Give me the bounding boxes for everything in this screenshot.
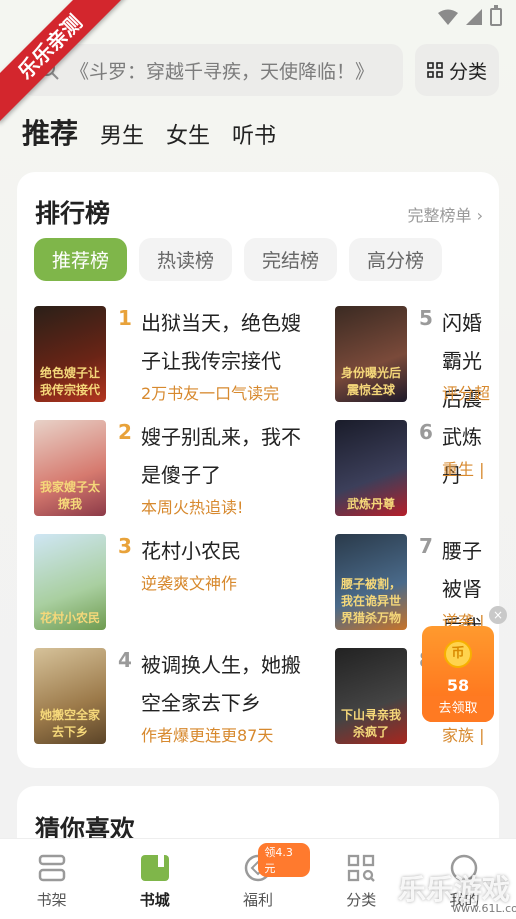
book-cover: 花村小农民 (34, 534, 106, 630)
book-title: 花村小农民 (141, 539, 241, 563)
book-rank: 7 (419, 534, 433, 558)
nav-bookstore[interactable]: 书城 (103, 839, 206, 919)
ranking-title: 排行榜 (35, 199, 111, 228)
coin-icon: 币 (444, 640, 472, 668)
book-title: 出狱当天，绝色嫂子让我传宗接代 (141, 311, 301, 373)
bookstore-icon (140, 855, 169, 881)
close-icon[interactable]: × (489, 606, 507, 624)
book-cover: 我家嫂子太撩我 (34, 420, 106, 516)
book-cover: 绝色嫂子让我传宗接代 (34, 306, 106, 402)
book-rank: 3 (118, 534, 132, 558)
category-icon (348, 854, 376, 882)
nav-label: 福利 (243, 891, 274, 909)
claim-button[interactable]: 去领取 (422, 696, 494, 722)
reward-widget[interactable]: 币 58 去领取 (422, 626, 494, 722)
book-subtitle: 家族 | (442, 726, 485, 745)
nav-label: 书架 (36, 891, 67, 909)
battery-icon (490, 5, 502, 26)
book-item[interactable]: 我家嫂子太撩我 2 嫂子别乱来，我不是傻子了 本周火热追读! (34, 420, 301, 520)
signal-icon (466, 9, 482, 25)
book-title: 嫂子别乱来，我不是傻子了 (141, 425, 301, 487)
book-rank: 1 (118, 306, 132, 330)
book-cover: 武炼丹尊 (335, 420, 407, 516)
grid-icon (427, 62, 443, 78)
book-item[interactable]: 身份曝光后震惊全球 5 闪婚霸光后震 评分超 (335, 306, 499, 411)
nav-welfare[interactable]: 领4.3元 福利 (206, 839, 310, 919)
book-rank: 2 (118, 420, 132, 444)
pill-recommend[interactable]: 推荐榜 (34, 238, 128, 281)
category-button[interactable]: 分类 (415, 44, 499, 96)
book-cover: 她搬空全家去下乡 (34, 648, 106, 744)
pill-hot[interactable]: 热读榜 (139, 238, 233, 281)
tab-audiobook[interactable]: 听书 (232, 118, 276, 150)
book-subtitle: 重生 | (442, 460, 485, 479)
search-bar[interactable]: 《斗罗：穿越千寻疾，天使降临！》 (22, 44, 403, 96)
book-subtitle: 评分超 (442, 384, 491, 403)
book-cover: 身份曝光后震惊全球 (335, 306, 407, 402)
book-item[interactable]: 武炼丹尊 6 武炼丹 重生 | (335, 420, 499, 520)
tab-female[interactable]: 女生 (166, 118, 210, 150)
pill-finished[interactable]: 完结榜 (244, 238, 338, 281)
book-cover: 下山寻亲我杀疯了 (335, 648, 407, 744)
book-subtitle: 本周火热追读! (141, 498, 244, 517)
book-rank: 6 (419, 420, 433, 444)
book-item[interactable]: 绝色嫂子让我传宗接代 1 出狱当天，绝色嫂子让我传宗接代 2万书友一口气读完 (34, 306, 301, 406)
welfare-badge: 领4.3元 (258, 843, 310, 877)
book-title: 被调换人生，她搬空全家去下乡 (141, 653, 301, 715)
book-item[interactable]: 花村小农民 3 花村小农民 逆袭爽文神作 (34, 534, 274, 634)
book-rank: 5 (419, 306, 433, 330)
book-subtitle: 2万书友一口气读完 (141, 384, 280, 403)
watermark-url: www.61L.com (452, 902, 516, 915)
tab-recommend[interactable]: 推荐 (22, 112, 78, 152)
book-cover: 腰子被割，我在诡异世界猎杀万物 (335, 534, 407, 630)
search-placeholder: 《斗罗：穿越千寻疾，天使降临！》 (70, 60, 375, 83)
book-item[interactable]: 腰子被割，我在诡异世界猎杀万物 7 腰子被肾后我 逆袭 | (335, 534, 499, 639)
book-item[interactable]: 她搬空全家去下乡 4 被调换人生，她搬空全家去下乡 作者爆更连更87天 (34, 648, 301, 748)
reward-amount: 58 (446, 676, 470, 695)
tab-male[interactable]: 男生 (100, 118, 144, 150)
category-button-label: 分类 (448, 60, 487, 83)
nav-bookshelf[interactable]: 书架 (0, 839, 103, 919)
nav-label: 书城 (139, 891, 170, 909)
wifi-icon (438, 9, 458, 25)
book-rank: 4 (118, 648, 132, 672)
top-tabs: 推荐 男生 女生 听书 (22, 112, 276, 152)
book-subtitle: 作者爆更连更87天 (141, 726, 274, 745)
book-subtitle: 逆袭爽文神作 (141, 574, 238, 593)
nav-label: 分类 (346, 891, 377, 909)
bookshelf-icon (38, 854, 65, 882)
